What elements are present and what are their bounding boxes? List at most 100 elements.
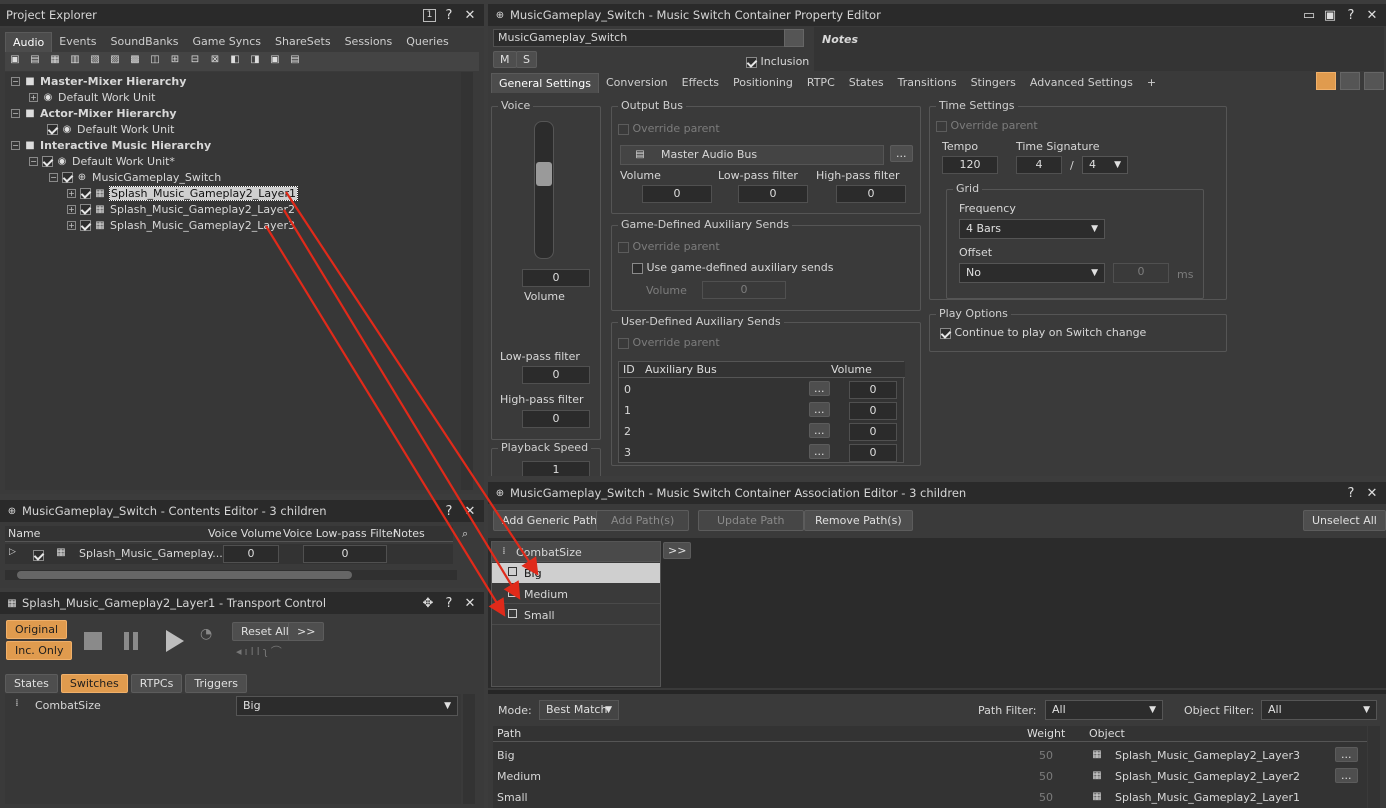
tree-item-layer1[interactable]: + ▦ Splash_Music_Gameplay2_Layer1: [67, 185, 298, 201]
time-sig-numerator[interactable]: 4: [1016, 156, 1062, 174]
toolbar-icon[interactable]: ◧: [229, 54, 241, 65]
help-icon[interactable]: ?: [1343, 7, 1359, 23]
transport-scrollbar[interactable]: [463, 694, 475, 804]
table-row[interactable]: Small 50 ▦ Splash_Music_Gameplay2_Layer1: [493, 788, 1367, 808]
path-filter-select[interactable]: All ▼: [1045, 700, 1163, 720]
tab-triggers[interactable]: Triggers: [185, 674, 248, 693]
tab-queries[interactable]: Queries: [399, 32, 455, 52]
expand-columns-button[interactable]: >>: [663, 542, 692, 559]
object-name-field[interactable]: MusicGameplay_Switch: [493, 29, 793, 47]
user-aux-override[interactable]: Override parent: [618, 336, 720, 349]
layout-icon[interactable]: 1: [423, 8, 436, 22]
output-bus-override[interactable]: Override parent: [618, 122, 720, 135]
table-row[interactable]: 1 ... 0: [619, 401, 905, 421]
stop-icon[interactable]: [84, 632, 102, 650]
grid-offset-value[interactable]: 0: [1113, 263, 1169, 283]
toolbar-icon[interactable]: ▣: [269, 54, 281, 65]
tab-rtpcs[interactable]: RTPCs: [130, 674, 183, 693]
close-icon[interactable]: ✕: [462, 503, 478, 519]
toolbar-icon[interactable]: ▤: [29, 54, 41, 65]
add-paths-button[interactable]: Add Path(s): [596, 510, 690, 531]
expand-icon[interactable]: ▷: [9, 547, 16, 557]
tab-general-settings[interactable]: General Settings: [491, 73, 599, 93]
volume-slider[interactable]: [534, 121, 554, 259]
voice-volume-field[interactable]: 0: [522, 269, 590, 287]
tab-rtpc[interactable]: RTPC: [800, 73, 842, 93]
table-row[interactable]: 0 ... 0: [619, 380, 905, 400]
output-bus-field[interactable]: Master Audio Bus: [620, 145, 884, 165]
layout-single-icon[interactable]: [1316, 72, 1336, 90]
contents-hscrollbar[interactable]: [5, 570, 457, 580]
tab-states[interactable]: States: [842, 73, 891, 93]
voice-volume-field[interactable]: 0: [223, 545, 279, 563]
output-bus-lpf-field[interactable]: 0: [738, 185, 808, 203]
update-path-button[interactable]: Update Path: [698, 510, 804, 531]
open-folder-icon[interactable]: ▭: [1301, 7, 1317, 23]
output-bus-hpf-field[interactable]: 0: [836, 185, 906, 203]
tree-item-work-unit[interactable]: + ◉ Default Work Unit: [29, 89, 155, 105]
table-row[interactable]: 3 ... 0: [619, 443, 905, 463]
tree-item-interactive-music[interactable]: − ■ Interactive Music Hierarchy: [11, 137, 211, 153]
tab-states[interactable]: States: [5, 674, 58, 693]
toolbar-icon[interactable]: ▦: [49, 54, 61, 65]
object-browse-button[interactable]: ...: [1335, 747, 1358, 762]
tree-item-music-switch[interactable]: − ⊕ MusicGameplay_Switch: [49, 169, 221, 185]
table-row[interactable]: 2 ... 0: [619, 422, 905, 442]
game-aux-volume-field[interactable]: 0: [702, 281, 786, 299]
tab-effects[interactable]: Effects: [675, 73, 726, 93]
pin-icon[interactable]: ✥: [420, 595, 436, 611]
voice-hpf-field[interactable]: 0: [522, 410, 590, 428]
table-row[interactable]: Big 50 ▦ Splash_Music_Gameplay2_Layer3 .…: [493, 746, 1367, 766]
tab-transitions[interactable]: Transitions: [891, 73, 964, 93]
add-generic-path-button[interactable]: Add Generic Path: [493, 510, 607, 531]
toolbar-icon[interactable]: ▩: [129, 54, 141, 65]
tab-soundbanks[interactable]: SoundBanks: [104, 32, 186, 52]
toolbar-icon[interactable]: ⊠: [209, 54, 221, 65]
save-icon[interactable]: ▣: [1322, 7, 1338, 23]
playback-speed-field[interactable]: 1: [522, 461, 590, 476]
grid-offset-select[interactable]: No ▼: [959, 263, 1105, 283]
time-sig-denominator[interactable]: 4 ▼: [1082, 156, 1128, 174]
path-table-scrollbar[interactable]: [1368, 726, 1380, 808]
pause-icon[interactable]: [124, 632, 129, 650]
tree-item-actor-mixer[interactable]: − ■ Actor-Mixer Hierarchy: [11, 105, 177, 121]
help-icon[interactable]: ?: [441, 595, 457, 611]
search-icon[interactable]: ⌕: [462, 527, 468, 541]
original-button[interactable]: Original: [6, 620, 68, 639]
continue-play-checkbox[interactable]: Continue to play on Switch change: [940, 326, 1146, 339]
help-icon[interactable]: ?: [441, 7, 457, 23]
state-item-medium[interactable]: Medium: [492, 584, 660, 604]
mode-select[interactable]: Best Match ▼: [539, 700, 619, 720]
tab-audio[interactable]: Audio: [5, 32, 53, 52]
use-game-aux-checkbox[interactable]: Use game-defined auxiliary sends: [632, 261, 833, 274]
unselect-all-button[interactable]: Unselect All: [1303, 510, 1386, 531]
help-icon[interactable]: ?: [441, 503, 457, 519]
switch-value-select[interactable]: Big ▼: [236, 696, 458, 716]
voice-lpf-field[interactable]: 0: [303, 545, 387, 563]
splitter[interactable]: [488, 690, 1386, 694]
toolbar-icon[interactable]: ▥: [69, 54, 81, 65]
notes-field[interactable]: Notes: [814, 27, 1384, 71]
state-item-big[interactable]: Big: [492, 563, 660, 583]
mute-button[interactable]: M: [493, 51, 517, 68]
explorer-scrollbar[interactable]: [461, 72, 473, 490]
toolbar-icon[interactable]: ◨: [249, 54, 261, 65]
inclusion-checkbox[interactable]: [33, 549, 44, 561]
layout-columns-icon[interactable]: [1364, 72, 1384, 90]
toolbar-icon[interactable]: ▨: [109, 54, 121, 65]
toolbar-icon[interactable]: ⊞: [169, 54, 181, 65]
tab-game-syncs[interactable]: Game Syncs: [186, 32, 269, 52]
toolbar-icon[interactable]: ▤: [289, 54, 301, 65]
close-icon[interactable]: ✕: [1364, 7, 1380, 23]
game-aux-override[interactable]: Override parent: [618, 240, 720, 253]
close-icon[interactable]: ✕: [1364, 485, 1380, 501]
tab-conversion[interactable]: Conversion: [599, 73, 675, 93]
more-button[interactable]: >>: [288, 622, 325, 641]
inc-only-button[interactable]: Inc. Only: [6, 641, 73, 660]
grid-frequency-select[interactable]: 4 Bars ▼: [959, 219, 1105, 239]
toolbar-icon[interactable]: ◫: [149, 54, 161, 65]
output-bus-volume-field[interactable]: 0: [642, 185, 712, 203]
inclusion-toggle[interactable]: Inclusion: [746, 55, 809, 68]
tab-events[interactable]: Events: [52, 32, 103, 52]
table-row[interactable]: ▷ ▦ Splash_Music_Gameplay... 0 0: [5, 544, 453, 564]
